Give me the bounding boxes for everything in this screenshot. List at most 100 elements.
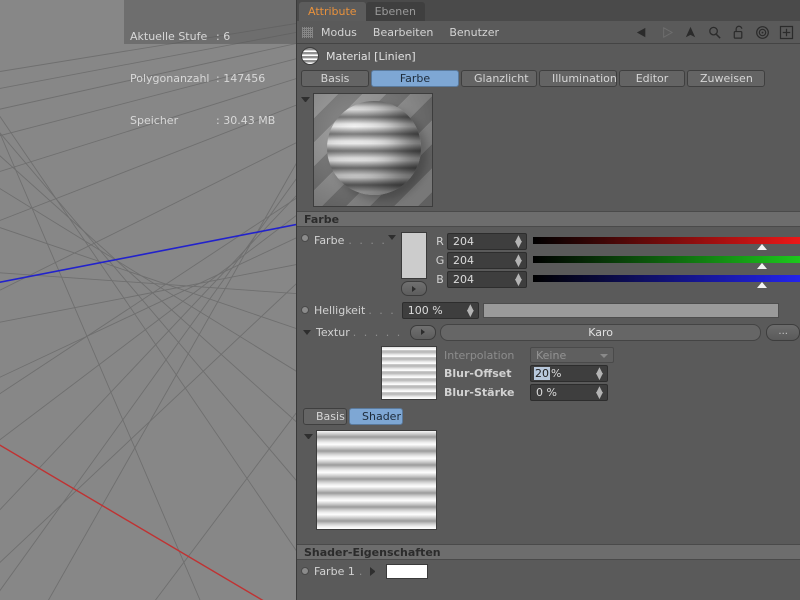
preview-shading-overlay — [314, 94, 432, 206]
brightness-enable-bullet[interactable] — [301, 306, 309, 314]
rgb-channels: R 204 ▲ ▼ G 204 ▲ ▼ B 204 ▲ ▼ — [433, 232, 800, 296]
section-header-farbe: Farbe — [297, 211, 800, 227]
shader-tabs: Basis Shader — [297, 402, 800, 428]
preview-collapse-caret-icon[interactable] — [301, 97, 310, 106]
hud-label-1: Polygonanzahl — [130, 72, 210, 85]
channel-g-slider[interactable] — [533, 251, 800, 270]
blur-strength-input[interactable]: 0 % ▲ ▼ — [530, 384, 608, 401]
blur-offset-label: Blur-Offset — [444, 367, 512, 380]
material-preview[interactable] — [313, 93, 433, 207]
axis-x-line — [0, 444, 264, 600]
blur-strength-value: 0 % — [536, 386, 557, 399]
tab-glanzlicht[interactable]: Glanzlicht — [461, 70, 537, 87]
color-label: Farbe — [314, 234, 345, 247]
hud-label-2: Speicher — [130, 114, 179, 127]
brightness-spinner[interactable]: ▲ ▼ — [467, 303, 474, 318]
channel-g-spinner[interactable]: ▲ ▼ — [515, 254, 522, 269]
interpolation-value: Keine — [536, 348, 567, 362]
blur-offset-input[interactable]: 20 % ▲ ▼ — [530, 365, 608, 382]
blur-strength-row: Blur-Stärke 0 % ▲ ▼ — [444, 383, 614, 402]
channel-b-slider[interactable] — [533, 270, 800, 289]
tab-ebenen[interactable]: Ebenen — [365, 2, 425, 21]
channel-b-label: B — [436, 273, 444, 286]
channel-b-spinner[interactable]: ▲ ▼ — [515, 273, 522, 288]
channel-r-knob[interactable] — [757, 244, 767, 250]
brightness-slider[interactable] — [482, 302, 779, 318]
texture-name-field[interactable]: Karo — [439, 323, 762, 341]
menu-bearbeiten[interactable]: Bearbeiten — [373, 26, 433, 39]
up-arrow-icon[interactable] — [683, 25, 698, 40]
shader-tab-basis[interactable]: Basis — [303, 408, 347, 425]
channel-r-spinner[interactable]: ▲ ▼ — [515, 235, 522, 250]
hud-row: Polygonanzahl: 147456 — [130, 72, 296, 86]
tab-editor[interactable]: Editor — [619, 70, 685, 87]
texture-thumbnail[interactable] — [381, 346, 437, 400]
shader-preview[interactable] — [316, 430, 437, 530]
channel-g-knob[interactable] — [757, 263, 767, 269]
axis-z-line — [0, 223, 296, 284]
color1-enable-bullet[interactable] — [301, 567, 309, 575]
viewport-3d[interactable]: Aktuelle Stufe: 6 Polygonanzahl: 147456 … — [0, 0, 296, 600]
blur-offset-row: Blur-Offset 20 % ▲ ▼ — [444, 364, 614, 383]
color1-expand-caret-icon[interactable] — [370, 566, 379, 576]
material-title: Material [Linien] — [326, 49, 416, 63]
color-mode-caret-icon[interactable] — [388, 235, 396, 240]
hud-sep-2: : — [216, 114, 220, 127]
hud-row: Aktuelle Stufe: 6 — [130, 30, 296, 44]
interpolation-select[interactable]: Keine — [530, 347, 614, 363]
blur-strength-spinner[interactable]: ▲ ▼ — [596, 386, 603, 401]
tab-zuweisen[interactable]: Zuweisen — [687, 70, 765, 87]
tab-attribute[interactable]: Attribute — [299, 2, 366, 21]
channel-g: G 204 ▲ ▼ — [433, 251, 800, 270]
channel-b-value: 204 — [453, 273, 474, 286]
channel-b-input[interactable]: 204 ▲ ▼ — [447, 271, 527, 288]
shader-color1-row: Farbe 1 . — [297, 560, 800, 582]
lock-icon[interactable] — [731, 25, 746, 40]
texture-menu-button[interactable] — [410, 324, 436, 340]
color-row: Farbe . . . . R 204 ▲ ▼ G 204 ▲ ▼ B 204 … — [297, 227, 800, 296]
hud-value-2: 30.43 MB — [223, 114, 276, 127]
color-enable-bullet[interactable] — [301, 234, 309, 242]
color-swatch[interactable] — [401, 232, 427, 279]
color1-swatch[interactable] — [386, 563, 429, 579]
menu-modus[interactable]: Modus — [321, 26, 357, 39]
tab-basis[interactable]: Basis — [301, 70, 369, 87]
texture-browse-button[interactable]: ... — [766, 323, 800, 341]
right-arrow-icon — [412, 285, 416, 292]
material-channel-tabs: Basis Farbe Glanzlicht Illumination Edit… — [297, 68, 800, 90]
texture-expand-caret-icon[interactable] — [303, 329, 311, 335]
color-picker-toggle-button[interactable] — [401, 281, 427, 296]
section-header-shader-properties: Shader-Eigenschaften — [297, 544, 800, 560]
channel-b-knob[interactable] — [757, 282, 767, 288]
menu-benutzer[interactable]: Benutzer — [449, 26, 499, 39]
back-arrow-icon[interactable] — [635, 25, 650, 40]
texture-subproperties: Interpolation Keine Blur-Offset 20 % ▲ ▼ … — [297, 343, 800, 402]
color-swatch-column — [401, 232, 427, 296]
interpolation-row: Interpolation Keine — [444, 346, 614, 364]
tab-farbe[interactable]: Farbe — [371, 70, 459, 87]
texture-label: Textur — [316, 325, 350, 339]
panel-tabstrip: Attribute Ebenen — [297, 0, 800, 21]
color1-label-dots: . — [358, 564, 365, 578]
panel-toolbar — [635, 21, 794, 44]
blur-offset-spinner[interactable]: ▲ ▼ — [596, 367, 603, 382]
forward-arrow-icon[interactable] — [659, 25, 674, 40]
tab-illumination[interactable]: Illumination — [539, 70, 617, 87]
texture-row: Textur . . . . . Karo ... — [297, 321, 800, 343]
target-icon[interactable] — [755, 25, 770, 40]
shader-preview-row — [297, 428, 800, 534]
channel-r-input[interactable]: 204 ▲ ▼ — [447, 233, 527, 250]
shader-preview-collapse-caret-icon[interactable] — [304, 434, 313, 443]
plus-box-icon[interactable] — [779, 25, 794, 40]
drag-grip-icon[interactable] — [302, 26, 313, 38]
shader-tab-shader[interactable]: Shader — [349, 408, 403, 425]
search-icon[interactable] — [707, 25, 722, 40]
panel-menubar: Modus Bearbeiten Benutzer — [297, 21, 800, 44]
channel-g-input[interactable]: 204 ▲ ▼ — [447, 252, 527, 269]
blur-offset-unit: % — [551, 367, 562, 380]
channel-g-value: 204 — [453, 254, 474, 267]
color1-label: Farbe 1 — [314, 564, 355, 578]
brightness-input[interactable]: 100 % ▲ ▼ — [401, 301, 479, 319]
channel-r-slider[interactable] — [533, 232, 800, 251]
brightness-label-dots: . . . — [368, 303, 396, 317]
